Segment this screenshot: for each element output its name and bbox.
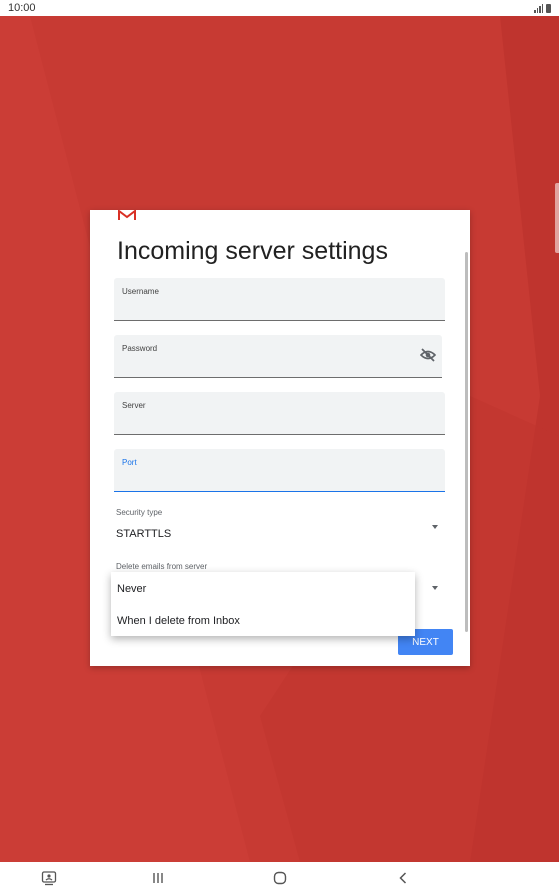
menu-item-when-delete-from-inbox[interactable]: When I delete from Inbox <box>111 604 415 636</box>
back-icon[interactable] <box>395 870 411 886</box>
security-type-label: Security type <box>116 508 163 517</box>
edge-panel-handle[interactable] <box>555 183 559 253</box>
security-type-value: STARTTLS <box>116 528 172 540</box>
navigation-bar <box>0 862 559 894</box>
dialog-title: Incoming server settings <box>117 237 388 265</box>
port-label: Port <box>122 458 137 467</box>
delete-emails-select[interactable]: Delete emails from server <box>116 562 438 590</box>
server-label: Server <box>122 401 146 410</box>
delete-emails-dropdown-menu: Never When I delete from Inbox <box>111 572 415 636</box>
chevron-down-icon <box>432 586 438 590</box>
home-icon[interactable] <box>272 870 288 886</box>
server-field[interactable]: Server <box>114 392 445 435</box>
security-type-select[interactable]: Security type STARTTLS <box>116 508 438 540</box>
password-label: Password <box>122 344 158 353</box>
chevron-down-icon <box>432 525 438 529</box>
dialog-scrollbar[interactable] <box>465 252 468 632</box>
password-field[interactable]: Password <box>114 335 442 378</box>
menu-item-never[interactable]: Never <box>111 572 415 604</box>
username-label: Username <box>122 287 159 296</box>
visibility-off-icon[interactable] <box>420 348 436 362</box>
port-field[interactable]: Port <box>114 449 445 492</box>
signal-icon <box>534 3 543 13</box>
gmail-logo <box>118 210 136 220</box>
status-bar: 10:00 <box>0 0 559 16</box>
recents-icon[interactable] <box>150 870 166 886</box>
delete-emails-label: Delete emails from server <box>116 562 208 571</box>
username-field[interactable]: Username <box>114 278 445 321</box>
battery-icon <box>546 3 551 13</box>
status-icons <box>534 3 551 13</box>
screenshot-icon[interactable] <box>41 870 57 886</box>
status-time: 10:00 <box>8 2 36 14</box>
